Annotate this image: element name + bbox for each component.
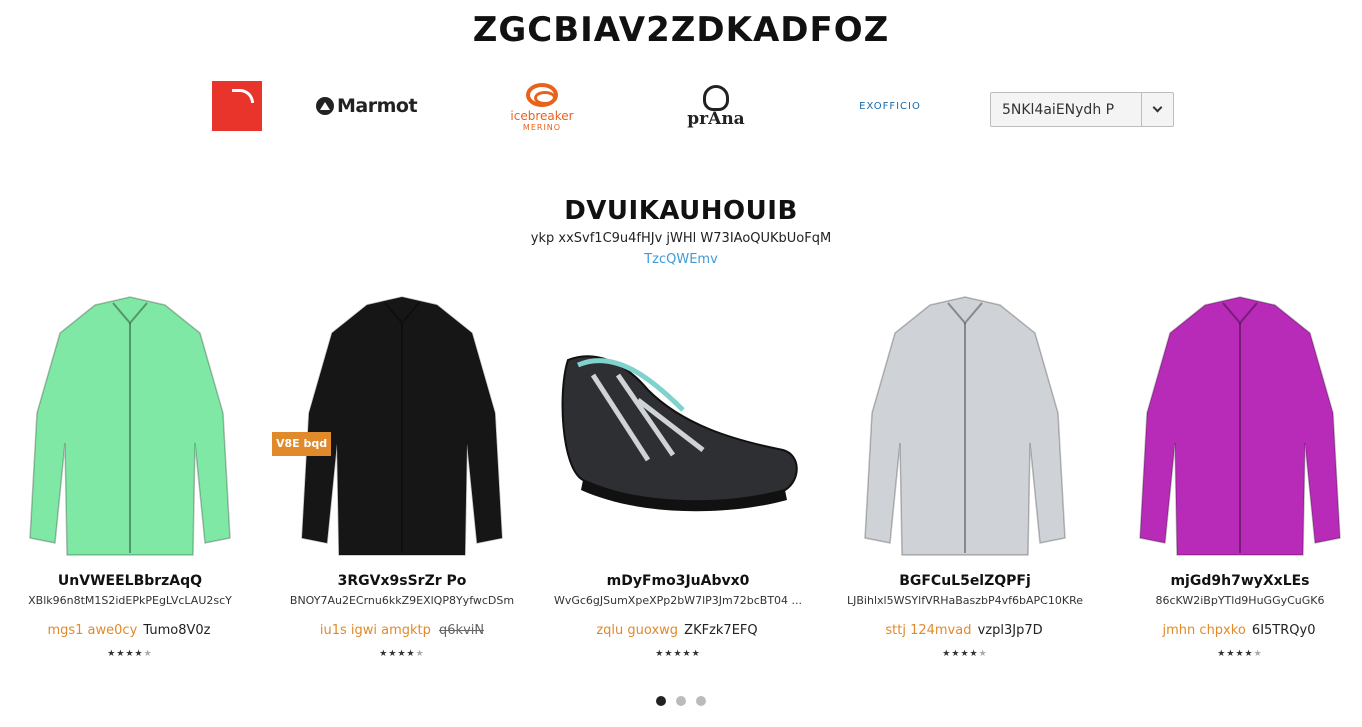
star-icon: ★ (960, 649, 970, 659)
product-sale-price: mgs1 awe0cy (47, 623, 138, 638)
product-description: WvGc6gJSumXpeXPp2bW7lP3Jm72bcBT04 ... (553, 594, 803, 607)
icebreaker-mark-icon (526, 82, 558, 107)
section-link[interactable]: TzcQWEmv (0, 252, 1362, 267)
product-name[interactable]: UnVWEELBbrzAqQ (0, 573, 260, 589)
carousel-dot[interactable] (656, 696, 666, 706)
product-rating: ★★★★★ (0, 649, 260, 659)
marmot-mountain-icon (316, 97, 334, 115)
brand-select-value: 5NKl4aiENydh P (1002, 101, 1115, 118)
product-description: BNOY7Au2ECrnu6kkZ9EXlQP8YyfwcDSm (289, 594, 515, 607)
product-name[interactable]: mDyFmo3JuAbvx0 (548, 573, 808, 589)
star-icon: ★ (978, 649, 988, 659)
star-icon: ★ (125, 649, 135, 659)
product-name[interactable]: mjGd9h7wyXxLEs (1110, 573, 1362, 589)
product-regular-price: vzpl3Jp7D (977, 623, 1043, 638)
star-icon: ★ (143, 649, 153, 659)
prana-logo[interactable]: prAna (680, 80, 752, 134)
the-north-face-logo[interactable] (212, 81, 262, 131)
product-description: 86cKW2iBpYTld9HuGGyCuGK6 (1155, 594, 1325, 607)
star-icon: ★ (942, 649, 952, 659)
product-price: iu1s igwi amgktp q6kviN (272, 623, 532, 638)
page-title: ZGCBIAV2ZDKADFOZ (472, 10, 890, 50)
product-image[interactable] (1110, 290, 1362, 560)
tnf-arc-icon (232, 89, 254, 103)
star-icon: ★ (655, 649, 665, 659)
icebreaker-logo-sub: MERINO (522, 122, 562, 132)
product-price: jmhn chpxko 6I5TRQy0 (1110, 623, 1362, 638)
marmot-logo[interactable]: Marmot (316, 94, 418, 118)
marmot-logo-text: Marmot (337, 95, 418, 117)
product-image[interactable] (835, 290, 1095, 560)
star-icon: ★ (691, 649, 701, 659)
prana-mark-icon (703, 85, 729, 111)
product-card[interactable]: UnVWEELBbrzAqQ XBlk96n8tM1S2idEPkPEgLVcL… (0, 290, 260, 670)
brand-select[interactable]: 5NKl4aiENydh P (990, 92, 1174, 127)
section-title: DVUIKAUHOUIB (564, 196, 798, 226)
star-icon: ★ (673, 649, 683, 659)
product-rating: ★★★★★ (1110, 649, 1362, 659)
carousel-dot[interactable] (696, 696, 706, 706)
product-price: sttj 124mvad vzpl3Jp7D (835, 623, 1095, 638)
product-rating: ★★★★★ (272, 649, 532, 659)
section-subtitle: ykp xxSvf1C9u4fHJv jWHl W73IAoQUKbUoFqM (530, 231, 832, 246)
product-rating: ★★★★★ (548, 649, 808, 659)
star-icon: ★ (379, 649, 389, 659)
product-card[interactable]: mjGd9h7wyXxLEs 86cKW2iBpYTld9HuGGyCuGK6 … (1110, 290, 1362, 670)
product-card[interactable]: mDyFmo3JuAbvx0 WvGc6gJSumXpeXPp2bW7lP3Jm… (548, 290, 808, 670)
product-image[interactable] (0, 290, 260, 560)
star-icon: ★ (415, 649, 425, 659)
brand-select-toggle[interactable] (1141, 93, 1173, 126)
product-badge: V8E bqd (272, 432, 332, 456)
star-icon: ★ (1244, 649, 1254, 659)
product-image[interactable] (272, 290, 532, 560)
chevron-down-icon (1152, 102, 1163, 113)
product-carousel: UnVWEELBbrzAqQ XBlk96n8tM1S2idEPkPEgLVcL… (0, 290, 1362, 680)
exofficio-logo-text: EXOFFICIO (859, 100, 921, 112)
star-icon: ★ (134, 649, 144, 659)
product-sale-price: sttj 124mvad (885, 623, 972, 638)
icebreaker-logo-text: icebreaker (510, 108, 574, 123)
star-icon: ★ (1217, 649, 1227, 659)
carousel-dot[interactable] (676, 696, 686, 706)
exofficio-logo[interactable]: EXOFFICIO (838, 96, 942, 116)
product-sale-price: zqlu guoxwg (596, 623, 679, 638)
icebreaker-logo[interactable]: icebreaker MERINO (500, 80, 584, 134)
product-sale-price: jmhn chpxko (1162, 623, 1246, 638)
product-regular-price: 6I5TRQy0 (1251, 623, 1316, 638)
carousel-pager (0, 696, 1362, 706)
product-sale-price: iu1s igwi amgktp (319, 623, 431, 638)
product-name[interactable]: 3RGVx9sSrZr Po (272, 573, 532, 589)
product-name[interactable]: BGFCuL5elZQPFj (835, 573, 1095, 589)
product-original-price: q6kviN (439, 623, 485, 638)
star-icon: ★ (1235, 649, 1245, 659)
star-icon: ★ (397, 649, 407, 659)
product-description: XBlk96n8tM1S2idEPkPEgLVcLAU2scY (28, 594, 232, 607)
star-icon: ★ (969, 649, 979, 659)
prana-logo-text: prAna (687, 109, 745, 129)
star-icon: ★ (1253, 649, 1263, 659)
product-card[interactable]: BGFCuL5elZQPFj LJBihlxl5WSYlfVRHaBaszbP4… (835, 290, 1095, 670)
star-icon: ★ (107, 649, 117, 659)
product-regular-price: ZKFzk7EFQ (684, 623, 758, 638)
star-icon: ★ (406, 649, 416, 659)
product-price: zqlu guoxwg ZKFzk7EFQ (548, 623, 808, 638)
product-card[interactable]: 3RGVx9sSrZr Po BNOY7Au2ECrnu6kkZ9EXlQP8Y… (272, 290, 532, 670)
product-rating: ★★★★★ (835, 649, 1095, 659)
product-image[interactable] (548, 290, 808, 560)
product-price: mgs1 awe0cy Tumo8V0z (0, 623, 260, 638)
star-icon: ★ (682, 649, 692, 659)
product-description: LJBihlxl5WSYlfVRHaBaszbP4vf6bAPC10KRe (847, 594, 1083, 607)
product-regular-price: Tumo8V0z (143, 623, 211, 638)
